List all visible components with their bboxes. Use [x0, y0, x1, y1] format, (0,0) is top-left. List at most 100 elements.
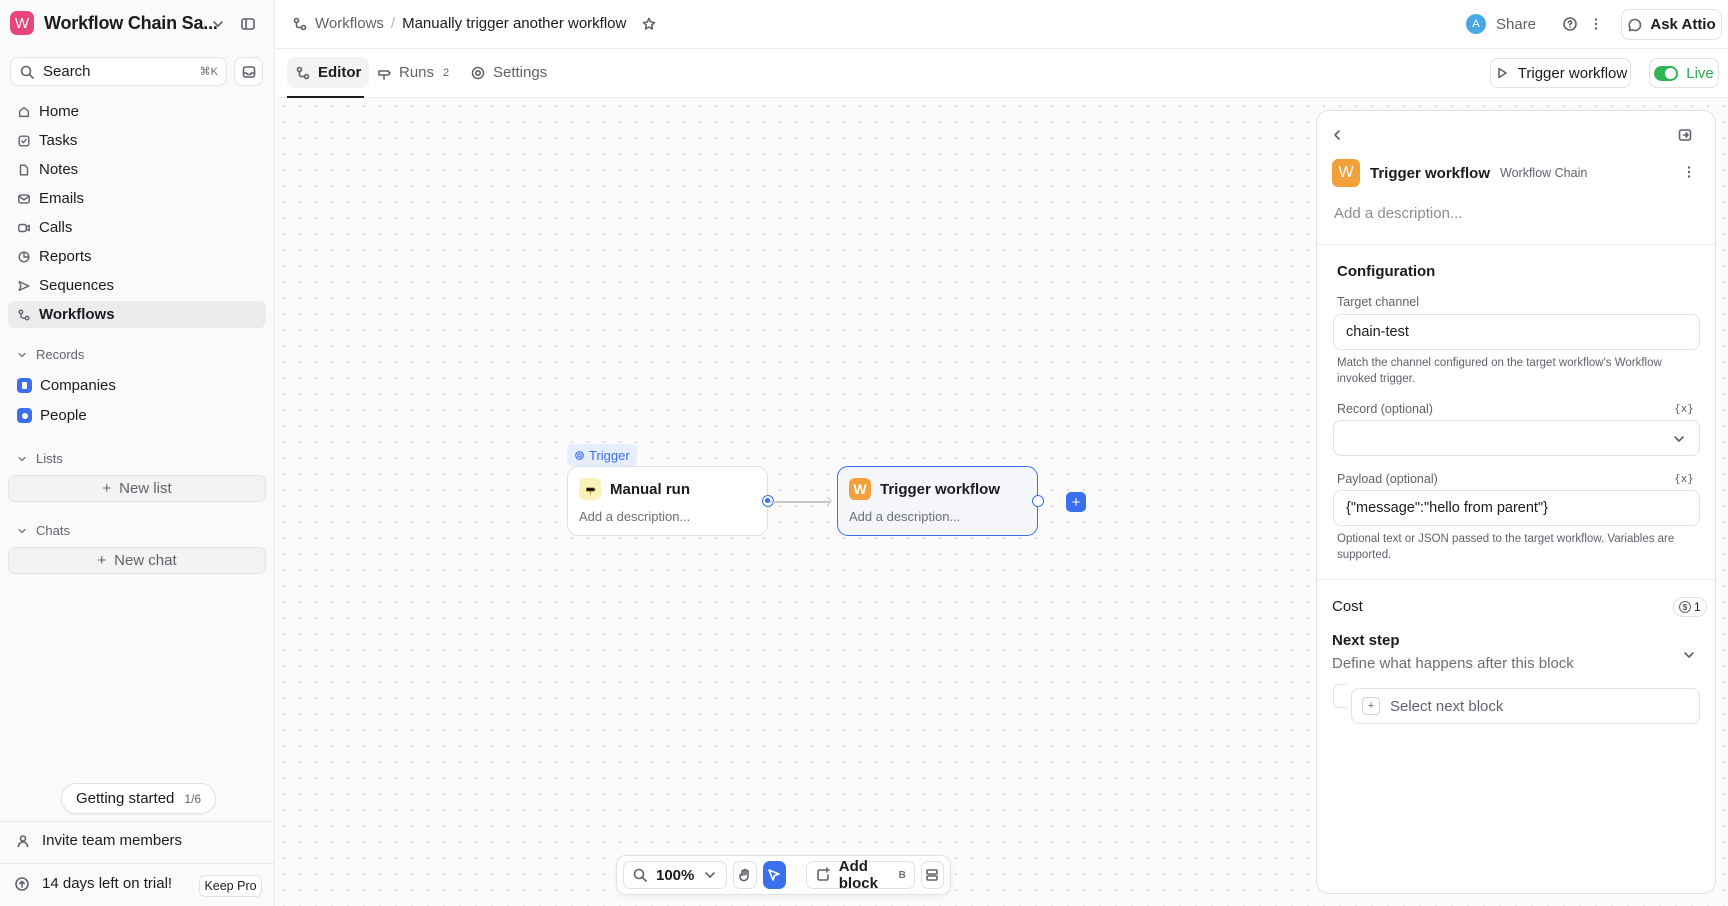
insert-variable-button[interactable]: {x}	[1674, 472, 1694, 485]
select-tool-button[interactable]	[762, 861, 786, 889]
sidebar-item-label: Reports	[39, 248, 92, 265]
lists-section-title: Lists	[36, 451, 63, 466]
node-title: Trigger workflow	[880, 480, 1001, 498]
add-block-shortcut: B	[898, 869, 906, 881]
home-icon	[17, 105, 31, 119]
invite-team-button[interactable]: Invite team members	[16, 832, 182, 849]
chevron-down-icon[interactable]	[210, 16, 226, 32]
add-step-button[interactable]: +	[1066, 492, 1086, 512]
avatar[interactable]: A	[1466, 14, 1486, 34]
keep-pro-button[interactable]: Keep Pro	[199, 875, 262, 897]
breadcrumb-current[interactable]: Manually trigger another workflow	[402, 15, 626, 32]
sidebar-item-reports[interactable]: Reports	[8, 243, 266, 270]
play-icon	[1494, 65, 1510, 81]
trigger-workflow-button[interactable]: Trigger workflow	[1490, 58, 1631, 88]
getting-started-button[interactable]: Getting started 1/6	[61, 783, 217, 814]
new-list-label: New list	[119, 480, 172, 497]
chevron-down-icon	[16, 525, 28, 537]
sidebar-item-tasks[interactable]: Tasks	[8, 127, 266, 154]
chat-bubble-icon	[1627, 17, 1643, 33]
sidebar-item-companies[interactable]: Companies	[8, 372, 266, 399]
add-block-button[interactable]: Add block B	[805, 858, 915, 892]
manual-run-node[interactable]: Manual run Add a description...	[567, 466, 768, 536]
inbox-button[interactable]	[234, 57, 263, 86]
tab-editor[interactable]: Editor	[287, 57, 370, 88]
plus-icon: +	[102, 480, 112, 497]
configuration-title: Configuration	[1337, 263, 1436, 280]
edge-connector	[770, 501, 830, 503]
sidebar-item-home[interactable]: Home	[8, 98, 266, 125]
sidebar-item-label: Calls	[39, 219, 73, 236]
share-group: A Share	[1466, 14, 1604, 34]
record-select[interactable]	[1333, 420, 1700, 456]
more-vertical-icon[interactable]	[1588, 16, 1604, 32]
chevron-left-icon[interactable]	[1329, 127, 1345, 143]
getting-started-label: Getting started	[76, 790, 175, 807]
search-icon	[19, 64, 35, 80]
payload-hint: Optional text or JSON passed to the targ…	[1337, 533, 1675, 561]
workspace-switcher[interactable]: W Workflow Chain Sa...	[10, 11, 218, 35]
star-icon[interactable]	[641, 16, 657, 32]
note-icon	[17, 163, 31, 177]
plus-icon: +	[97, 552, 107, 569]
canvas-toolbar: 100% Add block B	[616, 855, 951, 895]
more-vertical-icon[interactable]	[1681, 164, 1697, 180]
new-chat-button[interactable]: + New chat	[8, 547, 266, 574]
sidebar-toggle-icon[interactable]	[240, 16, 256, 32]
hand-tool-button[interactable]	[733, 861, 757, 889]
breadcrumb-parent[interactable]: Workflows	[315, 15, 384, 32]
description-input[interactable]: Add a description...	[1334, 205, 1462, 222]
ask-attio-button[interactable]: Ask Attio	[1621, 9, 1722, 40]
chart-icon	[17, 250, 31, 264]
node-title: Manual run	[610, 480, 691, 498]
checkbox-icon	[17, 134, 31, 148]
trigger-tag-label: Trigger	[589, 447, 630, 463]
workflow-logo: W	[849, 478, 871, 500]
search-button[interactable]: Search ⌘K	[10, 57, 227, 86]
sidebar-item-sequences[interactable]: Sequences	[8, 272, 266, 299]
target-channel-hint: Match the channel configured on the targ…	[1337, 357, 1662, 385]
sidebar-item-notes[interactable]: Notes	[8, 156, 266, 183]
sidebar: W Workflow Chain Sa... Search ⌘K Home Ta…	[0, 0, 275, 906]
share-button[interactable]: Share	[1496, 16, 1536, 33]
new-list-button[interactable]: + New list	[8, 475, 266, 502]
sidebar-item-calls[interactable]: Calls	[8, 214, 266, 241]
select-next-block-button[interactable]: + Select next block	[1351, 688, 1700, 724]
target-channel-value: chain-test	[1346, 324, 1409, 340]
sidebar-item-workflows[interactable]: Workflows	[8, 301, 266, 328]
help-icon[interactable]	[1562, 16, 1578, 32]
pointer-icon	[766, 867, 782, 883]
video-icon	[17, 221, 31, 235]
tab-bar: Editor Runs 2 Settings Trigger workflow …	[276, 49, 1728, 98]
panel-subtitle: Workflow Chain	[1500, 166, 1588, 180]
sidebar-item-label: Workflows	[39, 306, 115, 323]
zoom-control[interactable]: 100%	[623, 861, 728, 889]
divider	[1317, 244, 1715, 245]
sidebar-item-people[interactable]: People	[8, 402, 266, 429]
insert-variable-button[interactable]: {x}	[1674, 402, 1694, 415]
lists-section-toggle[interactable]: Lists	[16, 451, 63, 466]
cost-label: Cost	[1332, 598, 1363, 615]
node-description[interactable]: Add a description...	[849, 509, 960, 524]
chevron-down-icon	[702, 867, 718, 883]
trigger-workflow-node[interactable]: W Trigger workflow Add a description...	[837, 466, 1038, 536]
payload-input[interactable]: {"message":"hello from parent"}	[1333, 490, 1700, 526]
layout-button[interactable]	[920, 861, 944, 889]
chats-section-toggle[interactable]: Chats	[16, 523, 70, 538]
mail-icon	[17, 192, 31, 206]
workspace-logo: W	[10, 11, 34, 35]
records-section-toggle[interactable]: Records	[16, 347, 84, 362]
tab-settings[interactable]: Settings	[462, 57, 555, 88]
chevron-down-icon[interactable]	[1681, 647, 1697, 663]
node-description[interactable]: Add a description...	[579, 509, 690, 524]
layout-icon	[924, 867, 940, 883]
live-toggle[interactable]: Live	[1649, 58, 1719, 88]
panel-title: Trigger workflow	[1370, 164, 1491, 182]
tab-runs[interactable]: Runs 2	[368, 57, 457, 88]
divider	[0, 821, 275, 822]
sidebar-item-emails[interactable]: Emails	[8, 185, 266, 212]
output-port[interactable]	[1032, 495, 1044, 507]
target-channel-input[interactable]: chain-test	[1333, 314, 1700, 350]
expand-panel-icon[interactable]	[1677, 127, 1693, 143]
building-icon	[17, 378, 32, 393]
